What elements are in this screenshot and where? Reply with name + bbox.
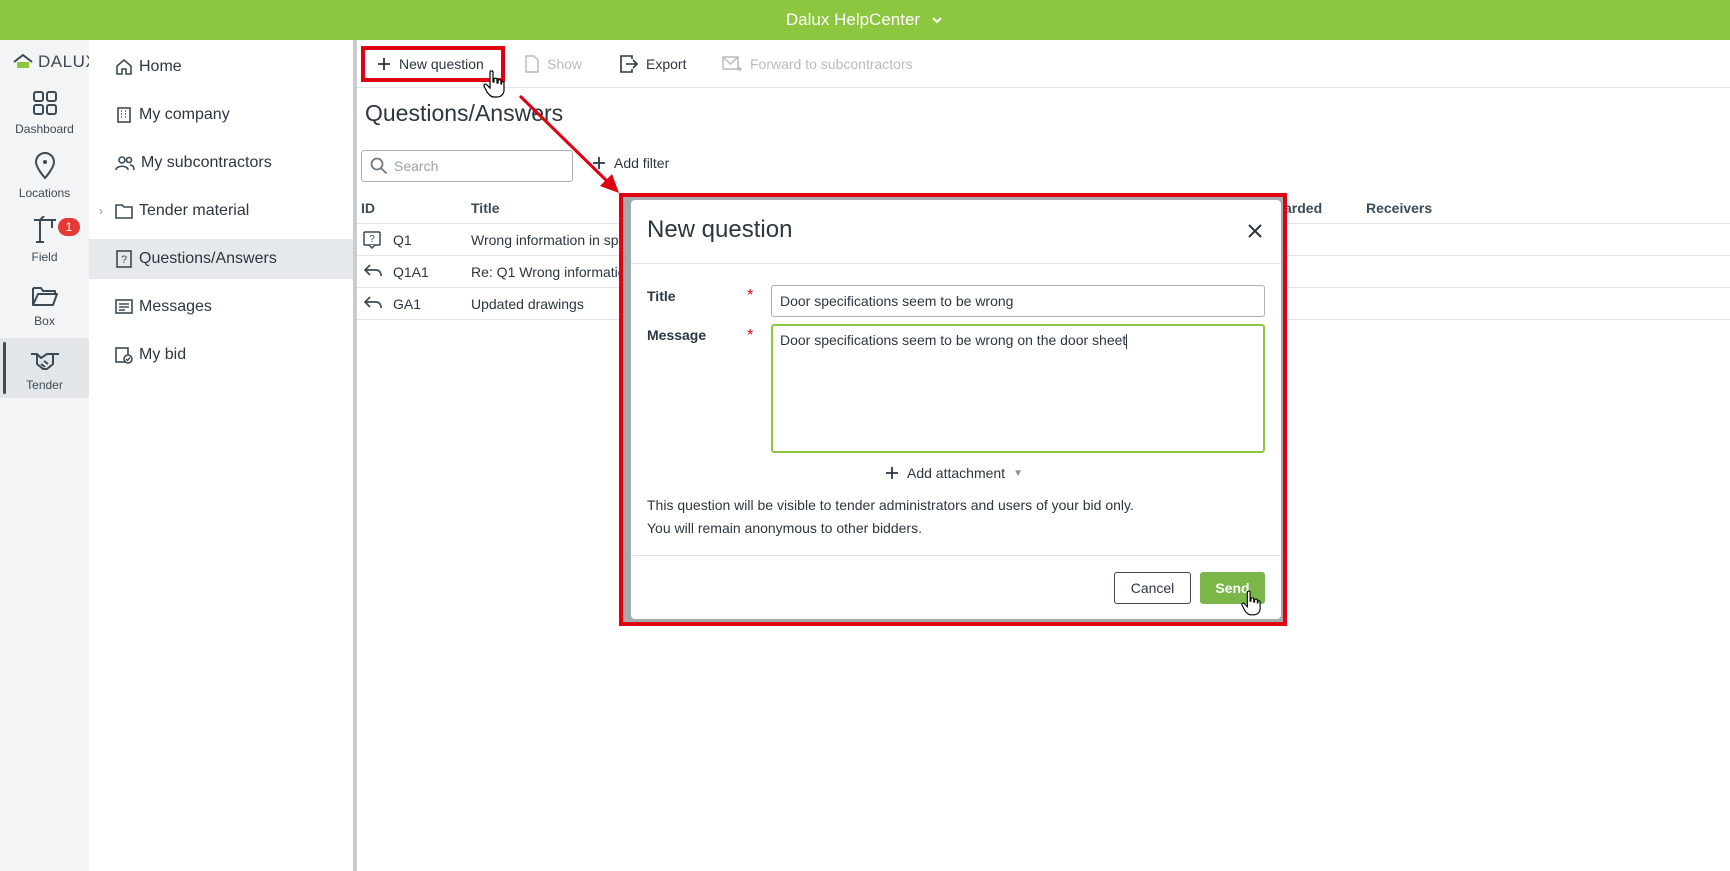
export-icon (620, 55, 638, 73)
sidebar-item-my-subcontractors[interactable]: My subcontractors (89, 143, 353, 183)
handshake-icon (30, 353, 59, 370)
annotation-arrow (518, 94, 619, 193)
notification-badge: 1 (58, 218, 80, 236)
sidebar-item-questions-answers[interactable]: ? Questions/Answers (89, 239, 353, 279)
bid-icon (115, 347, 133, 364)
sidebar-item-label: Tender material (139, 202, 250, 219)
rail-item-field[interactable]: Field 1 (0, 210, 89, 270)
forward-mail-icon (722, 56, 742, 72)
rail-label: Dashboard (15, 122, 74, 136)
svg-text:?: ? (369, 234, 375, 245)
column-header-receivers[interactable]: Receivers (1366, 200, 1432, 216)
rail-label: Locations (18, 186, 71, 200)
show-button[interactable]: Show (525, 50, 582, 78)
row-id: Q1 (393, 232, 412, 248)
workspace-title[interactable]: Dalux HelpCenter (786, 10, 920, 30)
divider (631, 263, 1281, 264)
message-label: Message (647, 327, 707, 343)
reply-icon (363, 296, 382, 309)
message-field-value: Door specifications seem to be wrong on … (780, 332, 1127, 348)
text-cursor (1126, 333, 1128, 349)
toolbar: New question Show Export Forward to subc… (357, 40, 1730, 88)
caret-down-icon: ▼ (1013, 467, 1023, 479)
rail-label: Field (31, 250, 58, 264)
row-id: GA1 (393, 296, 422, 312)
cancel-button[interactable]: Cancel (1114, 572, 1191, 604)
sidebar-item-label: Questions/Answers (139, 250, 277, 267)
document-icon (525, 55, 539, 73)
rail-label: Box (34, 314, 55, 328)
people-icon (115, 156, 135, 171)
required-marker: * (747, 287, 754, 304)
question-document-icon: ? (116, 250, 132, 268)
message-icon (115, 299, 133, 314)
sidebar-item-messages[interactable]: Messages (89, 287, 353, 327)
rail-item-dashboard[interactable]: Dashboard (0, 82, 89, 142)
forward-to-subcontractors-button[interactable]: Forward to subcontractors (722, 50, 913, 78)
sidebar-item-home[interactable]: Home (89, 47, 353, 87)
column-header-id[interactable]: ID (361, 200, 375, 216)
required-marker: * (747, 327, 754, 344)
reply-icon (363, 264, 382, 277)
rail-item-box[interactable]: Box (0, 274, 89, 334)
sidebar-item-my-company[interactable]: My company (89, 95, 353, 135)
close-icon[interactable] (1247, 223, 1263, 239)
message-field[interactable]: Door specifications seem to be wrong on … (771, 324, 1265, 453)
rail-item-tender[interactable]: Tender (0, 338, 89, 398)
sidebar: Home My company My subcontractors › Tend… (89, 40, 353, 871)
add-attachment-button[interactable]: Add attachment ▼ (885, 465, 1023, 481)
visibility-note: This question will be visible to tender … (647, 497, 1134, 513)
button-label: Forward to subcontractors (750, 56, 913, 72)
folder-icon (115, 204, 133, 219)
hand-cursor-icon (1241, 590, 1261, 616)
row-title: Wrong information in sp (471, 232, 619, 248)
sidebar-item-tender-material[interactable]: › Tender material (89, 191, 353, 231)
row-title: Re: Q1 Wrong informatio (471, 264, 626, 280)
chevron-down-icon[interactable] (930, 13, 944, 27)
sidebar-item-label: Messages (139, 298, 212, 315)
building-icon (117, 107, 131, 123)
grid-icon (32, 91, 57, 115)
question-icon: ? (363, 231, 381, 249)
export-button[interactable]: Export (620, 50, 686, 78)
row-title: Updated drawings (471, 296, 584, 312)
row-id: Q1A1 (393, 264, 429, 280)
rail-label: Tender (26, 378, 63, 392)
dialog-title: New question (647, 216, 793, 243)
button-label: Show (547, 56, 583, 72)
folder-open-icon (31, 287, 58, 306)
anonymity-note: You will remain anonymous to other bidde… (647, 520, 922, 536)
divider (631, 555, 1281, 556)
sidebar-item-label: My bid (139, 346, 187, 363)
title-label: Title (647, 288, 676, 304)
sidebar-item-label: Home (139, 58, 182, 75)
rail-item-locations[interactable]: Locations (0, 146, 89, 206)
home-icon (116, 58, 132, 75)
app-header: Dalux HelpCenter (0, 0, 1730, 40)
column-header-forwarded[interactable]: arded (1284, 200, 1322, 216)
sidebar-item-label: My subcontractors (141, 154, 272, 171)
column-header-title[interactable]: Title (471, 200, 500, 216)
house-logo-icon (13, 53, 33, 68)
search-placeholder: Search (394, 158, 439, 174)
sidebar-item-my-bid[interactable]: My bid (89, 335, 353, 375)
title-field[interactable]: Door specifications seem to be wrong (771, 285, 1265, 317)
crane-icon (33, 216, 56, 243)
sidebar-item-label: My company (139, 106, 230, 123)
chevron-right-icon[interactable]: › (99, 204, 103, 218)
svg-text:?: ? (121, 254, 127, 266)
location-pin-icon (34, 152, 55, 180)
module-rail: DALUX Dashboard Locations Field 1 Box Te… (0, 40, 97, 871)
button-label: Add attachment (907, 465, 1006, 481)
plus-icon (886, 467, 898, 479)
sidebar-resize-handle[interactable] (353, 40, 357, 871)
search-icon (370, 157, 388, 175)
dalux-logo[interactable]: DALUX (12, 52, 97, 72)
button-label: Export (646, 56, 687, 72)
hand-cursor-icon (483, 70, 505, 98)
title-field-value: Door specifications seem to be wrong (780, 293, 1014, 309)
new-question-dialog: New question Title * Door specifications… (631, 200, 1281, 619)
